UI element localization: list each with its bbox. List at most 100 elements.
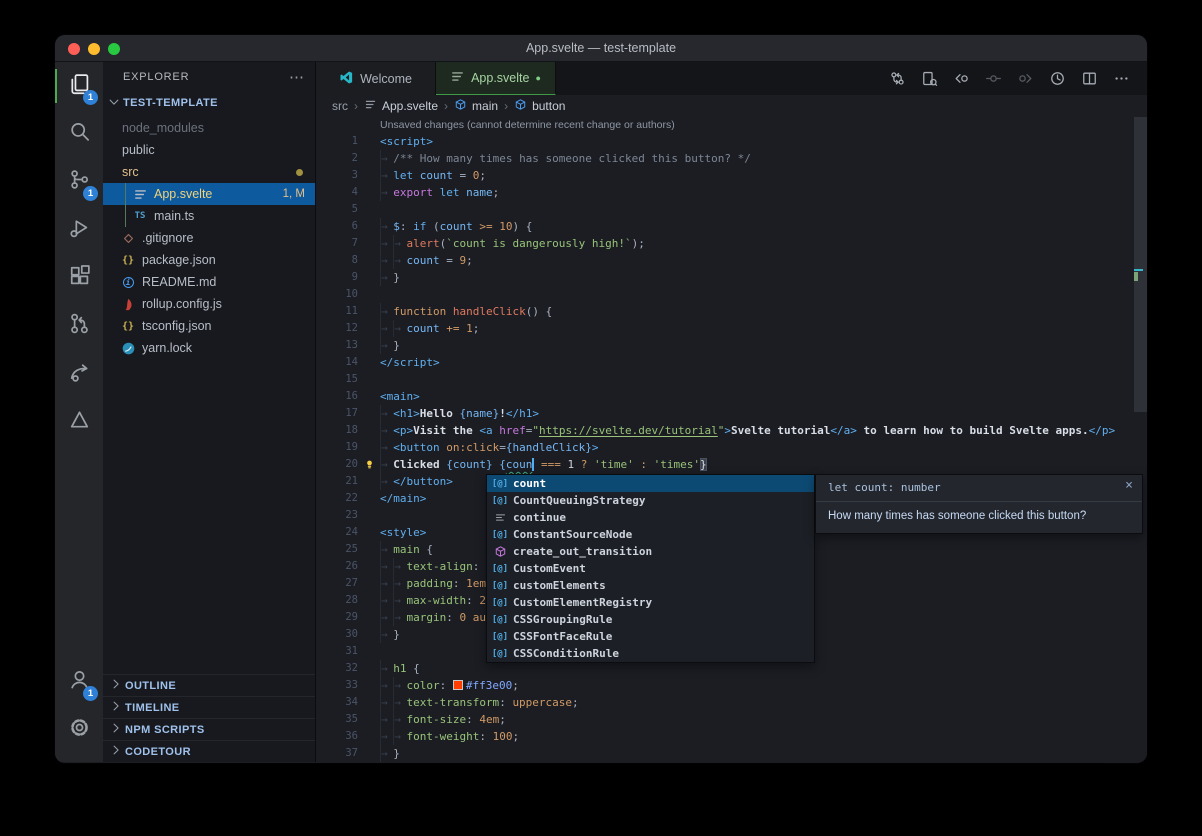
code-line-20[interactable]: 20→Clicked {count} {coun === 1 ? 'time' … [316,456,1147,473]
line-number[interactable]: 20 [316,456,358,473]
suggest-item-cssconditionrule[interactable]: [@]CSSConditionRule [487,645,814,662]
line-number[interactable]: 2 [316,150,358,167]
code-line-35[interactable]: 35→→font-size: 4em; [316,711,1147,728]
breadcrumb-item-main[interactable]: main [454,98,498,114]
line-number[interactable]: 11 [316,303,358,320]
sidebar-more-actions-icon[interactable]: ⋯ [289,68,305,86]
file-history-button[interactable] [1043,65,1071,93]
line-number[interactable]: 37 [316,745,358,762]
code-line-34[interactable]: 34→→text-transform: uppercase; [316,694,1147,711]
code-line-1[interactable]: 1<script> [316,133,1147,150]
line-number[interactable]: 13 [316,337,358,354]
code-line-6[interactable]: 6→$: if (count >= 10) { [316,218,1147,235]
code-line-14[interactable]: 14</script> [316,354,1147,371]
code-line-3[interactable]: 3→let count = 0; [316,167,1147,184]
line-number[interactable]: 32 [316,660,358,677]
line-number[interactable]: 23 [316,507,358,524]
line-number[interactable]: 30 [316,626,358,643]
code-line-4[interactable]: 4→export let name; [316,184,1147,201]
open-changes-button[interactable] [915,65,943,93]
activity-item-azure[interactable] [55,398,103,446]
code-line-11[interactable]: 11→function handleClick() { [316,303,1147,320]
editor-scrollbar[interactable] [1134,117,1147,762]
project-root-header[interactable]: TEST-TEMPLATE [103,92,315,114]
code-line-16[interactable]: 16<main> [316,388,1147,405]
code-editor[interactable]: Unsaved changes (cannot determine recent… [316,117,1147,762]
suggest-item-customelements[interactable]: [@]customElements [487,577,814,594]
tree-item-rollup-config-js[interactable]: rollup.config.js [103,293,315,315]
activity-item-extensions[interactable] [55,254,103,302]
line-number[interactable]: 15 [316,371,358,388]
code-line-37[interactable]: 37→} [316,745,1147,762]
breadcrumb-item-button[interactable]: button [514,98,565,114]
tree-item-yarn-lock[interactable]: yarn.lock [103,337,315,359]
tree-item-gitignore[interactable]: .gitignore [103,227,315,249]
line-number[interactable]: 24 [316,524,358,541]
line-number[interactable]: 35 [316,711,358,728]
line-number[interactable]: 12 [316,320,358,337]
line-number[interactable]: 9 [316,269,358,286]
code-line-15[interactable]: 15 [316,371,1147,388]
line-number[interactable]: 26 [316,558,358,575]
activity-item-github-pull-requests[interactable] [55,302,103,350]
tree-item-app-svelte[interactable]: App.svelte1, M [103,183,315,205]
suggest-item-create_out_transition[interactable]: create_out_transition [487,543,814,560]
line-number[interactable]: 10 [316,286,358,303]
line-number[interactable]: 8 [316,252,358,269]
close-icon[interactable]: × [1125,479,1133,492]
tree-item-tsconfig-json[interactable]: {}tsconfig.json [103,315,315,337]
suggest-item-constantsourcenode[interactable]: [@]ConstantSourceNode [487,526,814,543]
activity-item-search[interactable] [55,110,103,158]
line-number[interactable]: 31 [316,643,358,660]
previous-change-button[interactable] [947,65,975,93]
code-line-2[interactable]: 2→/** How many times has someone clicked… [316,150,1147,167]
code-line-19[interactable]: 19→<button on:click={handleClick}> [316,439,1147,456]
suggest-item-continue[interactable]: continue [487,509,814,526]
line-number[interactable]: 29 [316,609,358,626]
code-line-12[interactable]: 12→→count += 1; [316,320,1147,337]
minimize-window-button[interactable] [88,43,100,55]
breadcrumb-item-src[interactable]: src [332,99,348,113]
line-number[interactable]: 3 [316,167,358,184]
line-number[interactable]: 6 [316,218,358,235]
line-number[interactable]: 1 [316,133,358,150]
line-number[interactable]: 33 [316,677,358,694]
gitlens-compare-button[interactable] [883,65,911,93]
sidebar-section-codetour[interactable]: CODETOUR [103,740,315,762]
code-line-33[interactable]: 33→→color: #ff3e00; [316,677,1147,694]
code-line-13[interactable]: 13→} [316,337,1147,354]
tab-app-svelte[interactable]: App.svelte● [436,62,556,95]
suggest-item-count[interactable]: [@]count [487,475,814,492]
more-actions-button[interactable] [1107,65,1135,93]
suggest-item-customelementregistry[interactable]: [@]CustomElementRegistry [487,594,814,611]
tab-welcome[interactable]: Welcome [316,62,436,95]
activity-item-live-share[interactable] [55,350,103,398]
line-number[interactable]: 14 [316,354,358,371]
line-number[interactable]: 4 [316,184,358,201]
suggest-item-cssfontfacerule[interactable]: [@]CSSFontFaceRule [487,628,814,645]
line-number[interactable]: 25 [316,541,358,558]
suggest-item-countqueuingstrategy[interactable]: [@]CountQueuingStrategy [487,492,814,509]
line-number[interactable]: 22 [316,490,358,507]
sidebar-section-outline[interactable]: OUTLINE [103,674,315,696]
code-line-17[interactable]: 17→<h1>Hello {name}!</h1> [316,405,1147,422]
line-number[interactable]: 21 [316,473,358,490]
line-number[interactable]: 27 [316,575,358,592]
suggest-item-customevent[interactable]: [@]CustomEvent [487,560,814,577]
line-number[interactable]: 28 [316,592,358,609]
code-line-36[interactable]: 36→→font-weight: 100; [316,728,1147,745]
code-line-18[interactable]: 18→<p>Visit the <a href="https://svelte.… [316,422,1147,439]
line-number[interactable]: 34 [316,694,358,711]
sidebar-section-timeline[interactable]: TIMELINE [103,696,315,718]
activity-item-run-and-debug[interactable] [55,206,103,254]
activity-item-source-control[interactable]: 1 [55,158,103,206]
line-number[interactable]: 17 [316,405,358,422]
code-line-10[interactable]: 10 [316,286,1147,303]
tree-item-main-ts[interactable]: TSmain.ts [103,205,315,227]
tree-item-public[interactable]: public [103,139,315,161]
line-number[interactable]: 16 [316,388,358,405]
suggest-item-cssgroupingrule[interactable]: [@]CSSGroupingRule [487,611,814,628]
tree-item-readme-md[interactable]: iREADME.md [103,271,315,293]
code-line-8[interactable]: 8→→count = 9; [316,252,1147,269]
line-number[interactable]: 5 [316,201,358,218]
